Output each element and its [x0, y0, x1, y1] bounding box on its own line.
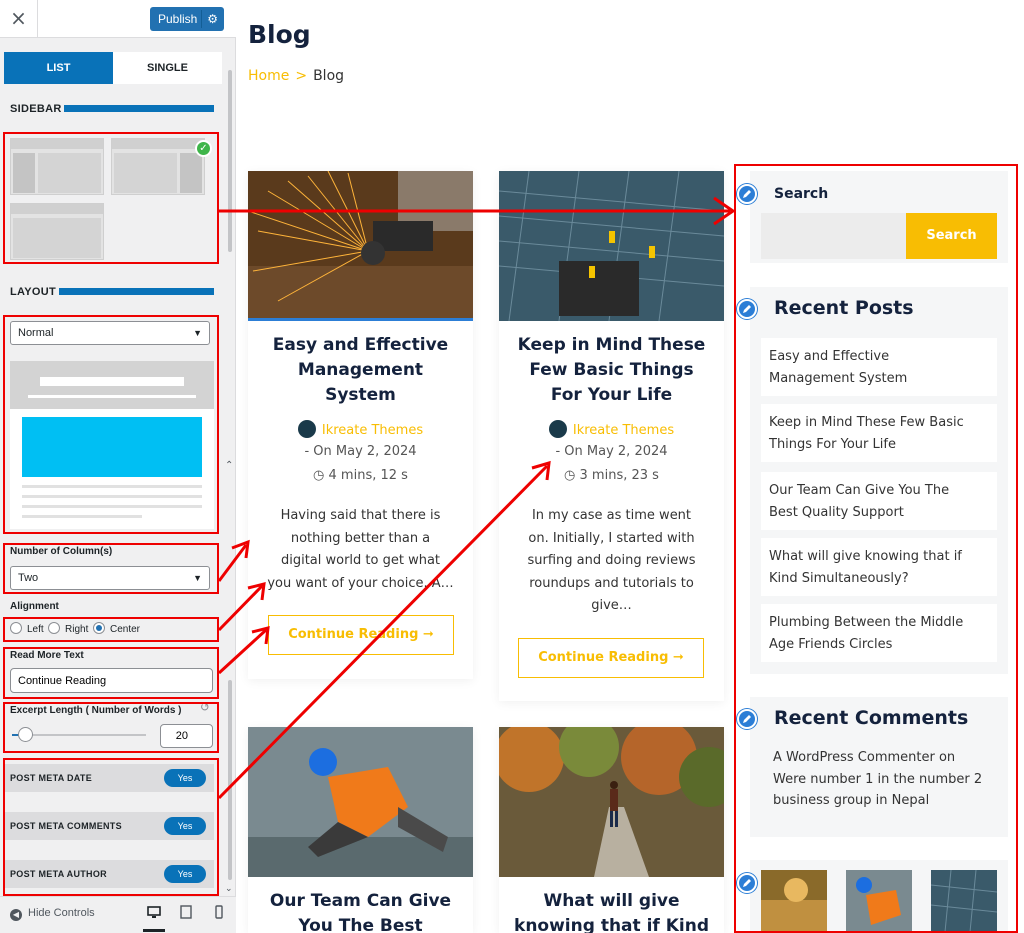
page-title: Blog [248, 20, 311, 49]
annotation-box-excerpt [3, 702, 219, 753]
post-author-name: Ikreate Themes [572, 423, 675, 438]
scrollbar-thumb[interactable] [228, 680, 232, 880]
hide-controls-label: Hide Controls [28, 907, 95, 919]
scrollbar-thumb[interactable] [228, 70, 232, 252]
post-title-line: knowing that if Kind [514, 916, 709, 933]
breadcrumb-separator: > [295, 68, 308, 84]
post-image-forest-path[interactable] [499, 727, 724, 877]
post-card: Keep in Mind These Few Basic Things For … [499, 171, 724, 701]
post-title-line: What will give [543, 891, 680, 911]
collapse-icon: ◀ [10, 909, 22, 921]
layout-tabs: LIST SINGLE [4, 52, 222, 84]
hide-controls-button[interactable]: ◀ Hide Controls [10, 907, 95, 921]
continue-reading-button[interactable]: Continue Reading ➞ [268, 615, 454, 655]
post-image-worker[interactable] [248, 727, 473, 877]
gear-icon[interactable]: ⚙ [207, 7, 218, 31]
mobile-icon[interactable] [212, 905, 226, 919]
post-read-time-value: 4 mins, 12 s [328, 468, 408, 483]
post-excerpt: In my case as time went on. Initially, I… [513, 505, 710, 618]
post-title[interactable]: Keep in Mind These Few Basic Things For … [509, 333, 714, 408]
site-preview: Blog Home > Blog Easy and Effective Mana… [237, 0, 1024, 933]
excerpt-line: surfing and doing reviews [527, 553, 696, 568]
excerpt-line: Having said that there is [280, 508, 441, 523]
section-divider [64, 105, 214, 112]
tablet-icon[interactable] [179, 905, 193, 919]
post-author[interactable]: Ikreate Themes [499, 420, 724, 438]
close-icon[interactable]: × [0, 0, 38, 38]
publish-label: Publish [158, 12, 198, 26]
post-title-line: For Your Life [550, 385, 673, 405]
post-card: What will give knowing that if Kind [499, 727, 724, 933]
post-read-time: ◷ 3 mins, 23 s [499, 468, 724, 483]
desktop-icon[interactable] [147, 905, 161, 919]
chevron-down-icon[interactable]: ⌄ [225, 884, 233, 894]
publish-button[interactable]: Publish ⚙ [150, 7, 224, 31]
clock-icon: ◷ [564, 468, 576, 483]
annotation-box-columns [3, 543, 219, 594]
post-title-line: System [325, 385, 396, 405]
annotation-box-sidebar-preview [734, 164, 1018, 933]
annotation-box-read-more [3, 647, 219, 699]
post-author-name: Ikreate Themes [321, 423, 424, 438]
tab-single[interactable]: SINGLE [113, 52, 222, 84]
publish-divider [201, 10, 202, 28]
annotation-box-layout [3, 315, 219, 534]
layout-heading: LAYOUT [10, 286, 57, 298]
annotation-box-meta [3, 758, 219, 896]
post-title-line: Our Team Can Give [269, 891, 452, 911]
excerpt-line: digital world to get what [280, 553, 441, 568]
excerpt-line: on. Initially, I started with [528, 530, 695, 546]
breadcrumb-current: Blog [313, 68, 345, 84]
excerpt-line: roundups and tutorials to [529, 575, 694, 591]
alignment-label: Alignment [10, 601, 59, 612]
tab-list[interactable]: LIST [4, 52, 113, 84]
post-excerpt: Having said that there is nothing better… [262, 505, 459, 595]
chevron-up-icon[interactable]: ⌃ [225, 460, 233, 471]
annotation-box-alignment [3, 617, 219, 642]
customizer-header: × Publish ⚙ [0, 0, 236, 38]
author-avatar [548, 420, 567, 438]
post-card: Easy and Effective Management System Ikr… [248, 171, 473, 679]
post-title[interactable]: Easy and Effective Management System [258, 333, 463, 408]
post-title[interactable]: What will give knowing that if Kind [509, 889, 714, 933]
post-read-time: ◷ 4 mins, 12 s [248, 468, 473, 483]
post-card: Our Team Can Give You The Best [248, 727, 473, 933]
breadcrumb-home-link[interactable]: Home [248, 68, 289, 84]
customizer-panel: × Publish ⚙ LIST SINGLE SIDEBAR ✓ LAYOUT… [0, 0, 236, 933]
post-title-line: Few Basic Things [529, 360, 694, 380]
post-read-time-value: 3 mins, 23 s [579, 468, 659, 483]
excerpt-line: In my case as time went [531, 508, 692, 523]
post-image-construction-site[interactable] [499, 171, 724, 321]
excerpt-line: nothing better than a [290, 530, 431, 546]
clock-icon: ◷ [313, 468, 325, 483]
continue-reading-button[interactable]: Continue Reading ➞ [518, 638, 704, 678]
excerpt-line: give… [591, 598, 632, 613]
breadcrumb: Home > Blog [248, 68, 344, 84]
section-divider [59, 288, 214, 295]
author-avatar [297, 420, 316, 438]
post-title-line: Keep in Mind These [517, 335, 706, 355]
post-title[interactable]: Our Team Can Give You The Best [258, 889, 463, 933]
sidebar-heading: SIDEBAR [10, 103, 62, 115]
post-title-line: Easy and Effective [272, 335, 449, 355]
post-date: - On May 2, 2024 [555, 444, 668, 459]
excerpt-line: you want of your choice. A… [267, 575, 454, 591]
post-image-grinder[interactable] [248, 171, 473, 321]
post-title-line: Management [297, 360, 424, 380]
customizer-footer: ◀ Hide Controls [0, 896, 236, 933]
active-device-underline [143, 929, 165, 932]
post-author[interactable]: Ikreate Themes [248, 420, 473, 438]
post-date: - On May 2, 2024 [304, 444, 417, 459]
annotation-box-sidebar [3, 132, 219, 264]
post-title-line: You The Best [298, 916, 423, 933]
